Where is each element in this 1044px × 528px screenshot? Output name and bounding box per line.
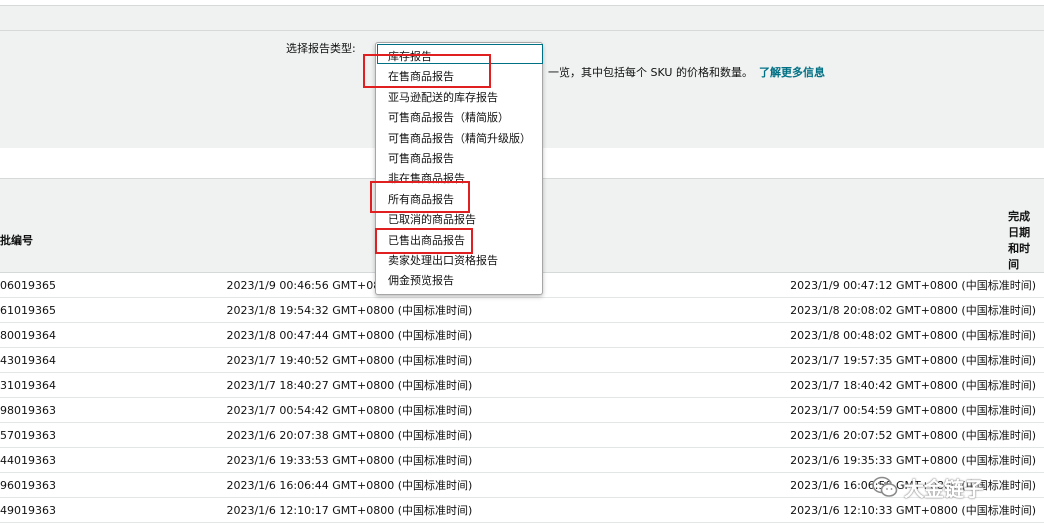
complete-time-cell: 2023/1/8 00:48:02 GMT+0800 (中国标准时间) xyxy=(790,322,1044,348)
highlight-box-all-listings-report xyxy=(370,181,470,213)
header-batch-id[interactable]: 批编号 xyxy=(0,208,123,273)
batch-id-cell: 31019364 xyxy=(0,372,123,398)
batch-id-cell: 57019363 xyxy=(0,422,123,448)
request-time-cell: 2023/1/7 19:40:52 GMT+0800 (中国标准时间) xyxy=(122,347,791,373)
complete-time-cell: 2023/1/7 00:54:59 GMT+0800 (中国标准时间) xyxy=(790,397,1044,423)
table-row[interactable]: 31019364 2023/1/7 18:40:27 GMT+0800 (中国标… xyxy=(0,372,1044,398)
learn-more-link[interactable]: 了解更多信息 xyxy=(759,66,825,79)
table-row[interactable]: 98019363 2023/1/7 00:54:42 GMT+0800 (中国标… xyxy=(0,397,1044,423)
complete-time-cell: 2023/1/6 20:07:52 GMT+0800 (中国标准时间) xyxy=(790,422,1044,448)
complete-time-cell: 2023/1/9 00:47:12 GMT+0800 (中国标准时间) xyxy=(790,272,1044,298)
batch-id-cell: 44019363 xyxy=(0,447,123,473)
batch-id-cell: 49019363 xyxy=(0,497,123,523)
wechat-icon xyxy=(872,476,898,497)
batch-id-cell: 96019363 xyxy=(0,472,123,498)
batch-id-cell: 61019365 xyxy=(0,297,123,323)
dropdown-option[interactable]: 可售商品报告（精简版） xyxy=(388,109,509,125)
table-row[interactable]: 61019365 2023/1/8 19:54:32 GMT+0800 (中国标… xyxy=(0,297,1044,323)
report-description: 一览，其中包括每个 SKU 的价格和数量。 了解更多信息 xyxy=(548,64,825,80)
batch-id-cell: 80019364 xyxy=(0,322,123,348)
table-row[interactable]: 43019364 2023/1/7 19:40:52 GMT+0800 (中国标… xyxy=(0,347,1044,373)
batch-id-cell: 98019363 xyxy=(0,397,123,423)
dropdown-option[interactable]: 佣金预览报告 xyxy=(388,272,454,288)
request-time-cell: 2023/1/8 00:47:44 GMT+0800 (中国标准时间) xyxy=(122,322,791,348)
complete-time-cell: 2023/1/7 18:40:42 GMT+0800 (中国标准时间) xyxy=(790,372,1044,398)
request-time-cell: 2023/1/7 00:54:42 GMT+0800 (中国标准时间) xyxy=(122,397,791,423)
highlight-box-sold-listings-report xyxy=(375,228,473,254)
request-time-cell: 2023/1/6 16:06:44 GMT+0800 (中国标准时间) xyxy=(122,472,791,498)
table-row[interactable]: 57019363 2023/1/6 20:07:38 GMT+0800 (中国标… xyxy=(0,422,1044,448)
dropdown-option[interactable]: 已取消的商品报告 xyxy=(388,211,476,227)
header-complete-time[interactable]: 完成日期和时间 xyxy=(790,208,1044,273)
batch-id-cell: 43019364 xyxy=(0,347,123,373)
request-time-cell: 2023/1/6 20:07:38 GMT+0800 (中国标准时间) xyxy=(122,422,791,448)
request-time-cell: 2023/1/8 19:54:32 GMT+0800 (中国标准时间) xyxy=(122,297,791,323)
dropdown-option[interactable]: 亚马逊配送的库存报告 xyxy=(388,89,498,105)
request-time-cell: 2023/1/6 12:10:17 GMT+0800 (中国标准时间) xyxy=(122,497,791,523)
dropdown-option[interactable]: 卖家处理出口资格报告 xyxy=(388,252,498,268)
description-text: 一览，其中包括每个 SKU 的价格和数量。 xyxy=(548,66,753,79)
table-row[interactable]: 44019363 2023/1/6 19:33:53 GMT+0800 (中国标… xyxy=(0,447,1044,473)
table-row[interactable]: 80019364 2023/1/8 00:47:44 GMT+0800 (中国标… xyxy=(0,322,1044,348)
dropdown-option[interactable]: 可售商品报告（精简升级版） xyxy=(388,130,531,146)
watermark-text: 大金链子 xyxy=(904,476,984,501)
highlight-box-listing-report xyxy=(363,54,491,88)
complete-time-cell: 2023/1/7 19:57:35 GMT+0800 (中国标准时间) xyxy=(790,347,1044,373)
report-type-label: 选择报告类型: xyxy=(286,42,356,55)
request-time-cell: 2023/1/6 19:33:53 GMT+0800 (中国标准时间) xyxy=(122,447,791,473)
request-time-cell: 2023/1/7 18:40:27 GMT+0800 (中国标准时间) xyxy=(122,372,791,398)
section-header-bar xyxy=(0,5,1044,31)
watermark: 大金链子 xyxy=(872,470,984,504)
complete-time-cell: 2023/1/6 19:35:33 GMT+0800 (中国标准时间) xyxy=(790,447,1044,473)
batch-id-cell: 06019365 xyxy=(0,272,123,298)
dropdown-option[interactable]: 可售商品报告 xyxy=(388,150,454,166)
complete-time-cell: 2023/1/8 20:08:02 GMT+0800 (中国标准时间) xyxy=(790,297,1044,323)
